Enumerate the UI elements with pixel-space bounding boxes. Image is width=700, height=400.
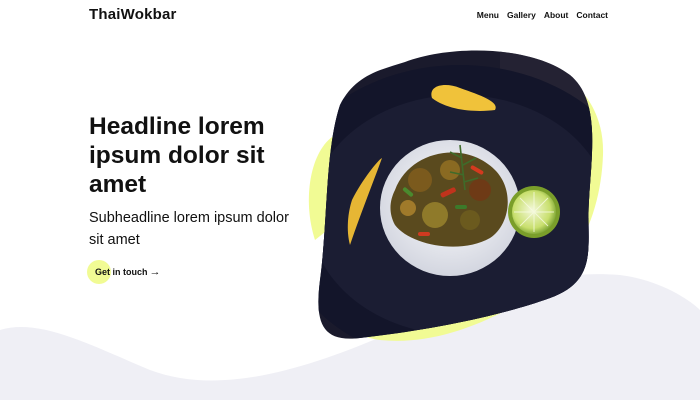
food-photo xyxy=(318,50,593,339)
hero-headline: Headline lorem ipsum dolor sit amet xyxy=(89,113,265,198)
nav-link-about[interactable]: About xyxy=(544,10,569,20)
hero-subheadline: Subheadline lorem ipsum dolor sit amet xyxy=(89,210,289,248)
brand-logo[interactable]: ThaiWokbar xyxy=(89,6,177,23)
hero-food-image xyxy=(308,50,604,341)
nav-link-gallery[interactable]: Gallery xyxy=(507,10,536,20)
nav-link-contact[interactable]: Contact xyxy=(576,10,608,20)
landing-page: ThaiWokbar Menu Gallery About Contact He… xyxy=(0,0,700,400)
cta-label: Get in touch xyxy=(95,267,148,277)
nav-link-menu[interactable]: Menu xyxy=(477,10,499,20)
main-nav: Menu Gallery About Contact xyxy=(477,10,608,20)
arrow-right-icon: → xyxy=(149,266,161,278)
get-in-touch-button[interactable]: Get in touch → xyxy=(87,260,161,284)
